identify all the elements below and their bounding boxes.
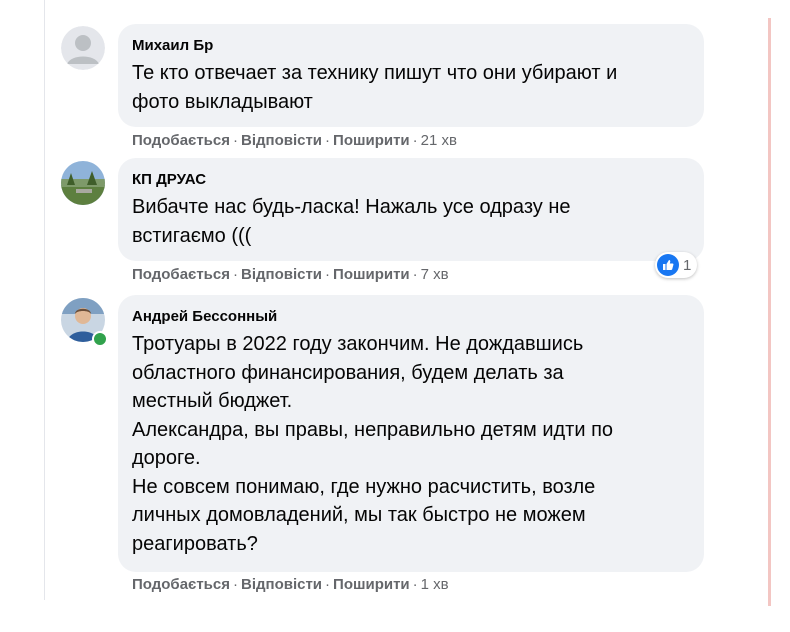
comment-author[interactable]: Андрей Бессонный [132,307,690,326]
comment-bubble: Андрей Бессонный Тротуары в 2022 году за… [118,295,704,572]
like-link[interactable]: Подобається [132,266,230,283]
share-link[interactable]: Поширити [333,132,410,149]
comment-author[interactable]: Михаил Бр [132,36,690,55]
like-icon [657,254,679,276]
comment-text: Тротуары в 2022 году закончим. Не дождав… [132,333,614,555]
avatar-landscape[interactable] [61,161,105,205]
comment-actions: Подобається · Відповісти · Поширити · 21 хв [132,132,457,149]
avatar-default-icon[interactable] [61,26,105,70]
like-link[interactable]: Подобається [132,576,230,593]
scroll-edge [768,18,771,606]
reaction-count-badge[interactable]: 1 [655,252,698,278]
like-link[interactable]: Подобається [132,132,230,149]
comment-text: Вибачте нас будь-ласка! Нажаль усе одраз… [132,196,571,247]
comment-bubble: Михаил Бр Те кто отвечает за технику пиш… [118,24,704,127]
share-link[interactable]: Поширити [333,576,410,593]
thread-line [44,0,45,600]
comment-bubble: КП ДРУАС Вибачте нас будь-ласка! Нажаль … [118,158,704,261]
reaction-count: 1 [683,256,692,274]
comment-actions: Подобається · Відповісти · Поширити · 7 хв [132,266,449,283]
share-link[interactable]: Поширити [333,266,410,283]
comment-actions: Подобається · Відповісти · Поширити · 1 хв [132,576,449,593]
reply-link[interactable]: Відповісти [241,132,322,149]
timestamp[interactable]: 21 хв [421,132,457,149]
timestamp[interactable]: 1 хв [421,576,449,593]
reply-link[interactable]: Відповісти [241,266,322,283]
timestamp[interactable]: 7 хв [421,266,449,283]
comment-author[interactable]: КП ДРУАС [132,170,690,189]
online-status-icon [92,331,108,347]
comment-text: Те кто отвечает за технику пишут что они… [132,62,618,113]
reply-link[interactable]: Відповісти [241,576,322,593]
